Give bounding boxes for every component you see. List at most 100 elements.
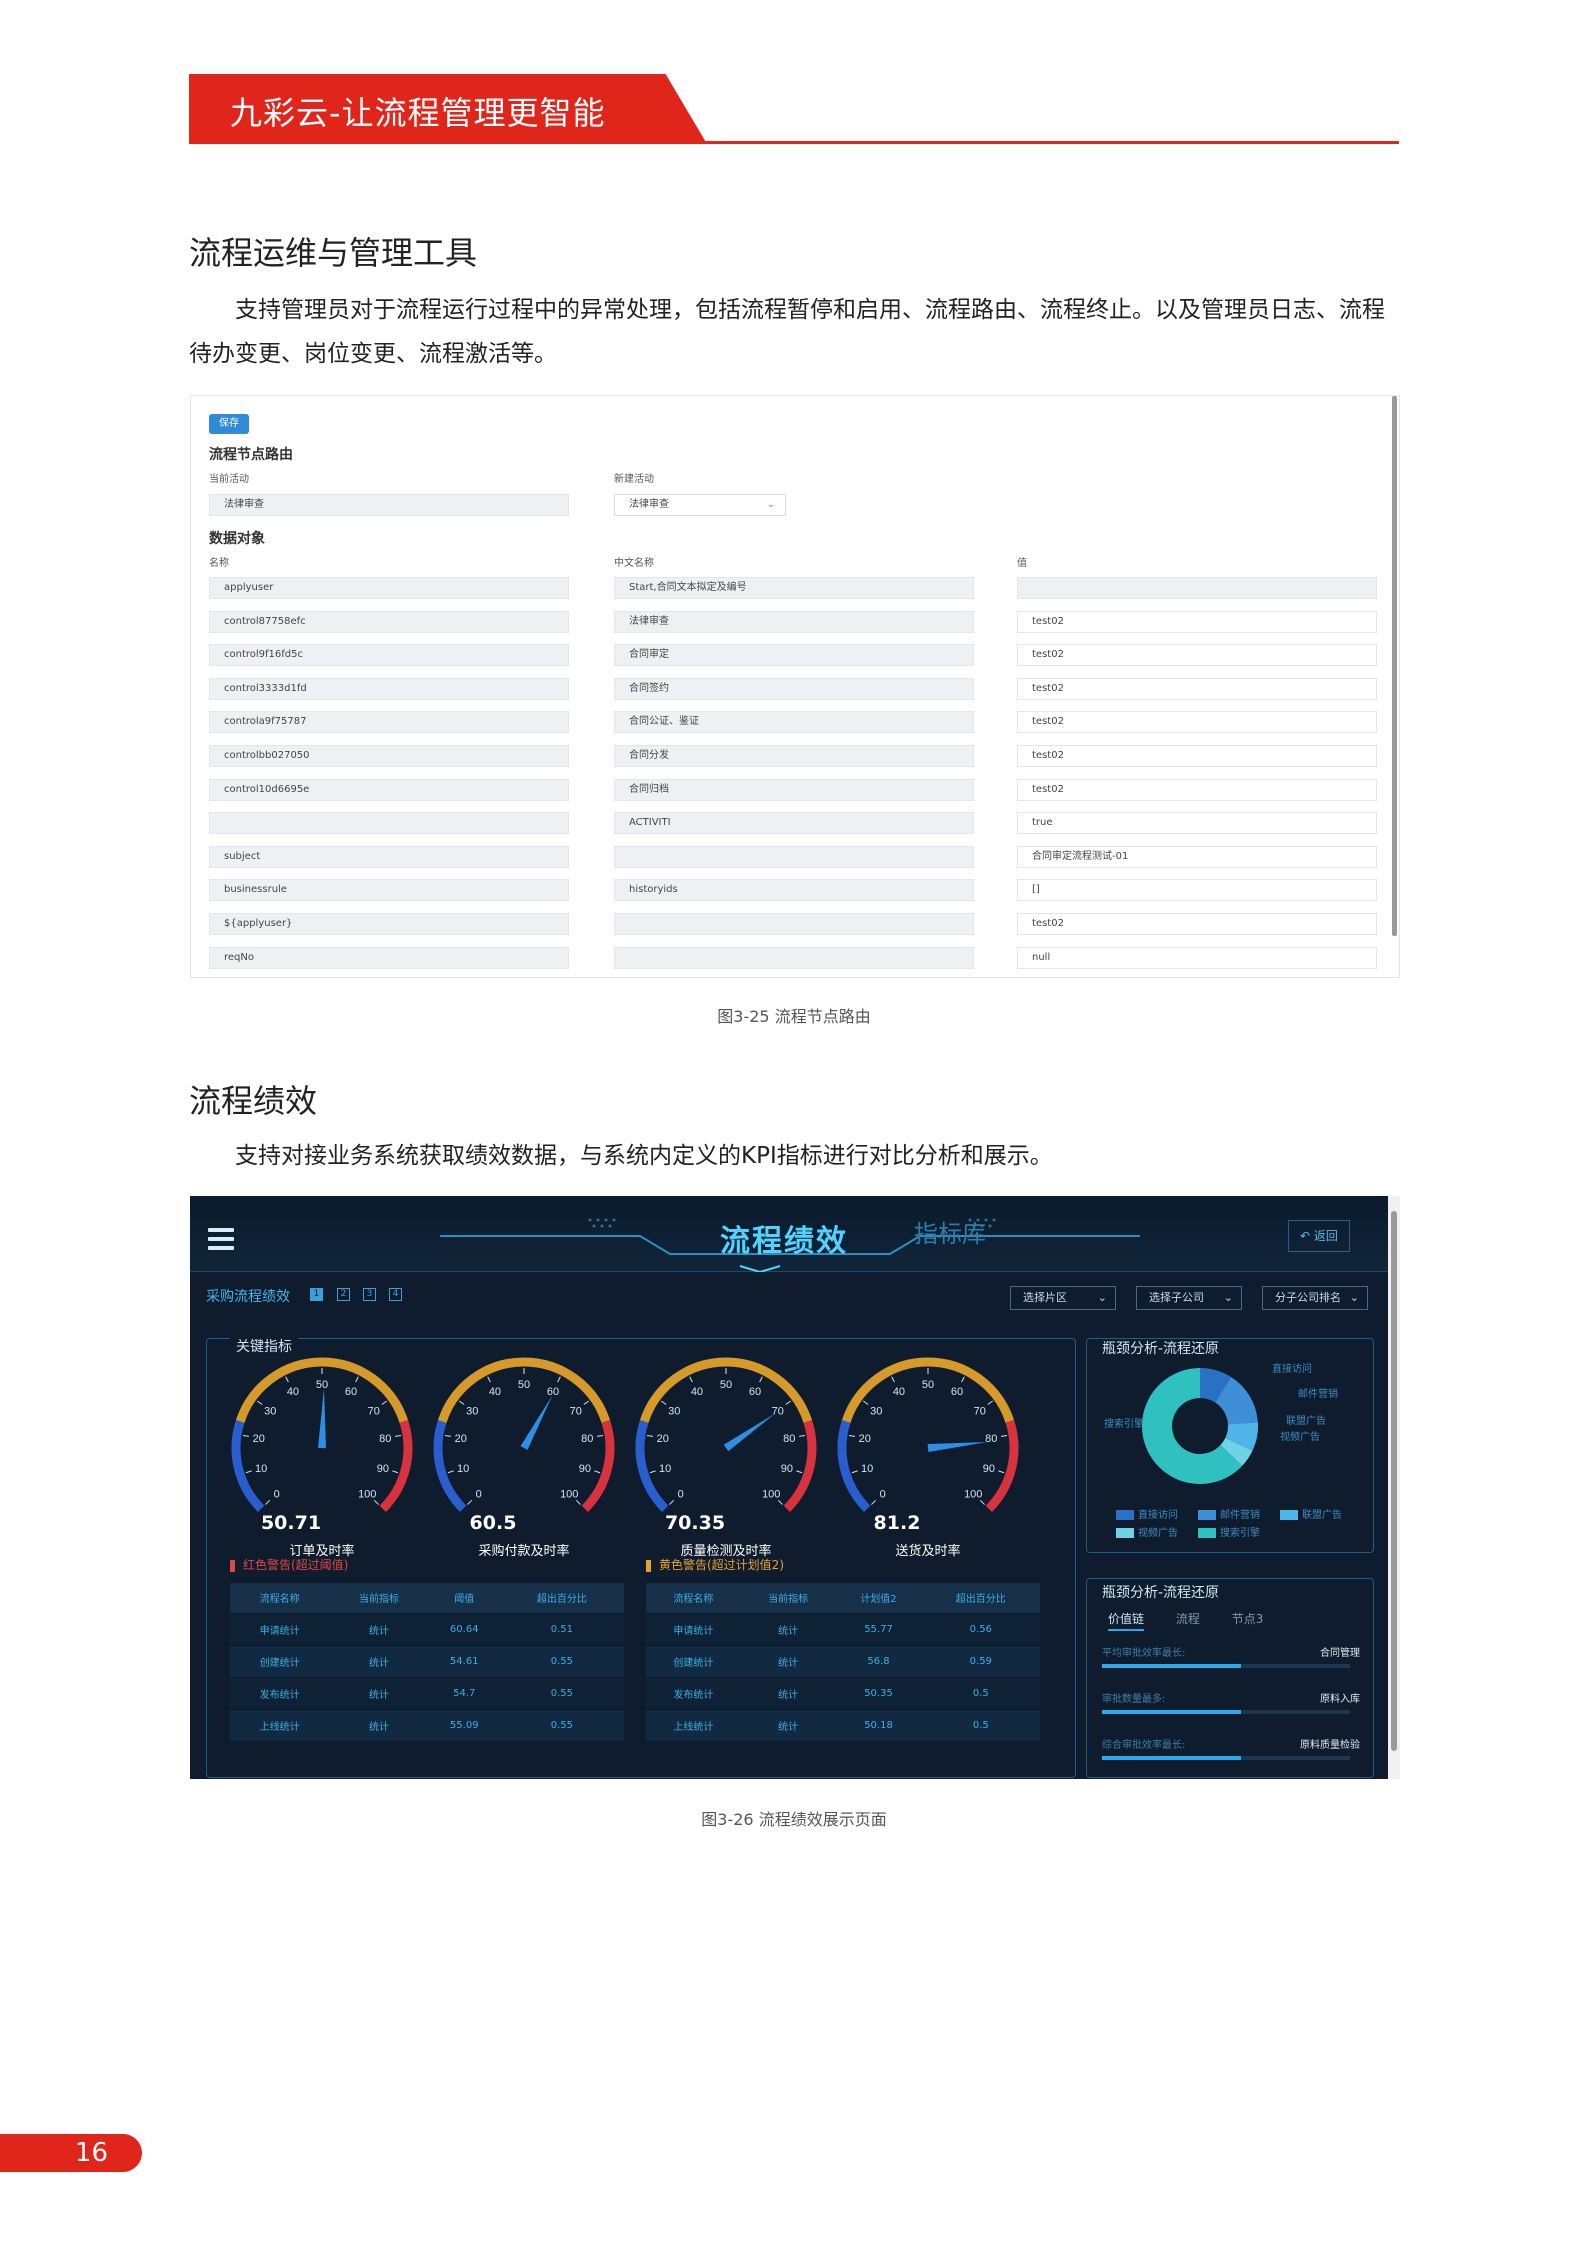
data-row-cn-field[interactable]: ACTIVITI bbox=[614, 812, 974, 835]
legend-item[interactable]: 直接访问 bbox=[1116, 1506, 1178, 1521]
table-header: 阈值 bbox=[428, 1583, 500, 1613]
gauge-tick-label: 30 bbox=[668, 1405, 680, 1417]
data-row-val-field[interactable]: test02 bbox=[1017, 610, 1377, 633]
data-row-val-field[interactable]: test02 bbox=[1017, 711, 1377, 734]
data-row-name-field[interactable]: control9f16fd5c bbox=[209, 644, 569, 667]
region-dropdown-label: 选择片区 bbox=[1023, 1291, 1067, 1304]
legend-item[interactable]: 邮件营销 bbox=[1198, 1506, 1260, 1521]
gauge-tick bbox=[646, 1434, 653, 1437]
data-row-cn-field[interactable]: 合同审定 bbox=[614, 644, 974, 667]
table-cell: 上线统计 bbox=[230, 1708, 330, 1741]
tab-process[interactable]: 流程 bbox=[1176, 1612, 1200, 1626]
chain-row: 平均审批效率最长: 合同管理 bbox=[1102, 1644, 1360, 1668]
chain-tabs: 价值链 流程 节点3 bbox=[1108, 1610, 1264, 1631]
data-row-val-field[interactable] bbox=[1017, 577, 1377, 599]
yellow-warning-table: 流程名称 当前指标 计划值2 超出百分比 申请统计 统计 55.77 0.56 创建统计 统计 56… bbox=[646, 1583, 1040, 1741]
chain-row-value: 原料质量检验 bbox=[1300, 1740, 1360, 1751]
gauge-tick-label: 60 bbox=[749, 1386, 761, 1398]
data-row-cn-field[interactable]: 合同签约 bbox=[614, 677, 974, 700]
data-row-cn-field[interactable] bbox=[614, 845, 974, 868]
page-3[interactable]: 3 bbox=[363, 1288, 376, 1301]
data-row-name-field[interactable]: control3333d1fd bbox=[209, 677, 569, 700]
data-row-val-field[interactable]: test02 bbox=[1017, 778, 1377, 801]
pie-panel-title: 瓶颈分析-流程还原 bbox=[1102, 1341, 1220, 1357]
gauge-tick bbox=[871, 1499, 877, 1505]
data-row-cn-field[interactable]: Start,合同文本拟定及编号 bbox=[614, 577, 974, 599]
header-rule bbox=[189, 141, 1399, 144]
scrollbar[interactable] bbox=[1392, 396, 1397, 936]
data-row-val-field[interactable]: test02 bbox=[1017, 745, 1377, 767]
gauge-tick-label: 10 bbox=[255, 1463, 267, 1475]
data-row-cn-field[interactable]: 合同归档 bbox=[614, 778, 974, 801]
gauge-tick-label: 100 bbox=[560, 1488, 578, 1500]
table-cell: 统计 bbox=[740, 1644, 836, 1677]
gauge-tick-label: 90 bbox=[377, 1463, 389, 1475]
gauge-tick-label: 20 bbox=[657, 1433, 669, 1445]
data-row-name-field[interactable]: reqNo bbox=[209, 946, 569, 969]
data-row-name-field[interactable]: ${applyuser} bbox=[209, 913, 569, 935]
region-dropdown[interactable]: 选择片区 ⌄ bbox=[1010, 1286, 1116, 1310]
data-row-name-field[interactable]: businessrule bbox=[209, 879, 569, 902]
data-row-name-field[interactable]: controla9f75787 bbox=[209, 711, 569, 734]
data-row-name-field[interactable]: control87758efc bbox=[209, 610, 569, 633]
menu-icon[interactable] bbox=[208, 1228, 234, 1252]
performance-dashboard-screenshot: 流程绩效 指标库 ↶ 返回 采购流程绩效 1 2 3 4 选择片区 ⌄ 选择子公司… bbox=[190, 1196, 1400, 1779]
data-row-name-field[interactable]: applyuser bbox=[209, 577, 569, 599]
legend-item[interactable]: 视频广告 bbox=[1116, 1524, 1178, 1539]
scrollbar[interactable] bbox=[1388, 1196, 1400, 1779]
subsidiary-dropdown[interactable]: 选择子公司 ⌄ bbox=[1136, 1286, 1242, 1310]
chain-row-bar bbox=[1102, 1664, 1350, 1668]
gauge-tick-label: 30 bbox=[870, 1405, 882, 1417]
section2-body: 支持对接业务系统获取绩效数据，与系统内定义的KPI指标进行对比分析和展示。 bbox=[235, 1143, 1053, 1169]
page-1[interactable]: 1 bbox=[310, 1288, 323, 1301]
data-row-val-field[interactable]: test02 bbox=[1017, 913, 1377, 935]
chain-row-value: 原料入库 bbox=[1320, 1694, 1360, 1705]
data-row-cn-field[interactable] bbox=[614, 913, 974, 935]
gauge-tick-label: 80 bbox=[581, 1433, 593, 1445]
chain-row: 审批数量最多: 原料入库 bbox=[1102, 1690, 1360, 1714]
legend-item[interactable]: 联盟广告 bbox=[1280, 1506, 1342, 1521]
data-row-val-field[interactable]: true bbox=[1017, 812, 1377, 835]
gauge-tick bbox=[759, 1376, 763, 1383]
tab-node3[interactable]: 节点3 bbox=[1232, 1612, 1264, 1626]
gauge-tick bbox=[689, 1376, 693, 1383]
page-number: 16 bbox=[0, 2134, 142, 2172]
data-row-name-field[interactable]: control10d6695e bbox=[209, 778, 569, 801]
data-row-val-field[interactable]: test02 bbox=[1017, 644, 1377, 667]
gauge-tick bbox=[583, 1400, 590, 1405]
back-button[interactable]: ↶ 返回 bbox=[1288, 1220, 1350, 1252]
data-row-val-field[interactable]: [] bbox=[1017, 879, 1377, 902]
save-button[interactable]: 保存 bbox=[209, 414, 249, 434]
data-row-name-field[interactable]: controlbb027050 bbox=[209, 745, 569, 767]
data-row-val-field[interactable]: 合同审定流程测试-01 bbox=[1017, 845, 1377, 868]
current-activity-field[interactable]: 法律审查 bbox=[209, 494, 569, 516]
pie-label: 视频广告 bbox=[1280, 1430, 1320, 1443]
table-cell: 统计 bbox=[740, 1612, 836, 1645]
table-cell: 0.55 bbox=[499, 1676, 624, 1709]
tab-value-chain[interactable]: 价值链 bbox=[1108, 1612, 1145, 1631]
table-cell: 50.35 bbox=[835, 1676, 922, 1709]
indicator-library-tab[interactable]: 指标库 bbox=[914, 1214, 986, 1249]
data-row-cn-field[interactable] bbox=[614, 946, 974, 969]
data-object-title: 数据对象 bbox=[209, 531, 265, 547]
data-row-cn-field[interactable]: historyids bbox=[614, 879, 974, 902]
page-4[interactable]: 4 bbox=[389, 1288, 402, 1301]
table-header: 当前指标 bbox=[329, 1583, 429, 1613]
data-row-name-field[interactable] bbox=[209, 812, 569, 835]
new-activity-select[interactable]: 法律审查 ⌄ bbox=[614, 494, 786, 516]
chain-row-bar bbox=[1102, 1756, 1350, 1760]
data-row-name-field[interactable]: subject bbox=[209, 845, 569, 868]
data-row-cn-field[interactable]: 合同公证、鉴证 bbox=[614, 711, 974, 734]
page-2[interactable]: 2 bbox=[337, 1288, 350, 1301]
legend-item[interactable]: 搜索引擎 bbox=[1198, 1524, 1260, 1539]
data-row-cn-field[interactable]: 合同分发 bbox=[614, 745, 974, 767]
data-row-val-field[interactable]: null bbox=[1017, 946, 1377, 969]
data-row-val-field[interactable]: test02 bbox=[1017, 677, 1377, 700]
chevron-down-icon: ⌄ bbox=[766, 499, 775, 510]
ranking-dropdown[interactable]: 分子公司排名 ⌄ bbox=[1262, 1286, 1368, 1310]
header-title: 九彩云-让流程管理更智能 bbox=[230, 94, 606, 132]
table-cell: 上线统计 bbox=[646, 1708, 741, 1741]
gauge-tick-label: 70 bbox=[368, 1405, 380, 1417]
gauge-tick bbox=[242, 1434, 249, 1437]
data-row-cn-field[interactable]: 法律审查 bbox=[614, 610, 974, 633]
